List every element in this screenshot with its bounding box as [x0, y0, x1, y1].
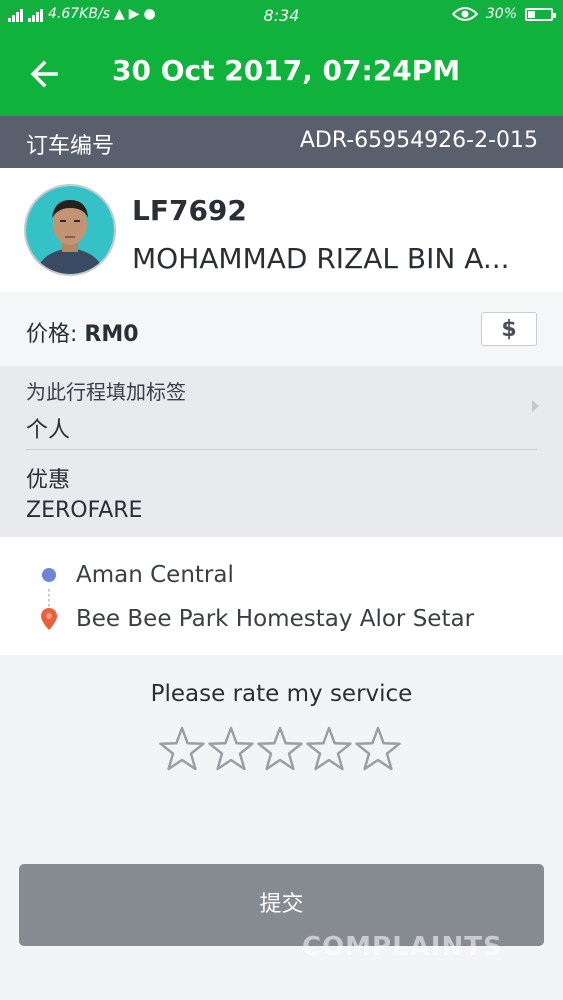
star-icon[interactable] [207, 725, 255, 773]
status-bar-right: 30% [451, 6, 556, 22]
price-value: RM0 [84, 322, 139, 347]
driver-avatar [24, 184, 116, 276]
dropoff-pin-icon [41, 608, 57, 630]
promo-value: ZEROFARE [26, 498, 143, 523]
back-arrow-icon[interactable] [26, 54, 66, 94]
pickup-address: Aman Central [76, 562, 234, 588]
price-row: 价格: RM0 $ [0, 292, 563, 366]
booking-code-bar: 订车编号 ADR-65954926-2-015 [0, 116, 563, 168]
watermark-logo: COMPLAINTS [302, 932, 503, 962]
app-bar: 30 Oct 2017, 07:24PM [0, 30, 563, 116]
driver-plate: LF7692 [132, 194, 247, 227]
booking-code-label: 订车编号 [26, 134, 115, 159]
pickup-dot-icon [42, 568, 56, 582]
fare-breakdown-button[interactable]: $ [481, 312, 537, 346]
dropoff-address: Bee Bee Park Homestay Alor Setar [76, 606, 475, 632]
battery-icon [525, 7, 556, 21]
price-label-group: 价格: RM0 [26, 316, 139, 348]
driver-name: MOHAMMAD RIZAL BIN A... [132, 242, 510, 275]
status-bar: 4.67KB/s ▲ ▶ ● 8:34 30% [0, 0, 563, 30]
driver-card: LF7692 MOHAMMAD RIZAL BIN A... [0, 168, 563, 292]
promo-label: 优惠 [26, 468, 71, 493]
route-section: Aman Central Bee Bee Park Homestay Alor … [0, 537, 563, 655]
trip-details-section: 为此行程填加标签 个人 优惠 ZEROFARE [0, 366, 563, 537]
chevron-right-icon[interactable] [532, 400, 539, 412]
star-rating[interactable] [158, 725, 402, 773]
star-icon[interactable] [158, 725, 206, 773]
trip-tag-label: 为此行程填加标签 [26, 380, 186, 404]
trip-tag-value[interactable]: 个人 [26, 412, 70, 444]
rating-prompt: Please rate my service [150, 681, 413, 707]
battery-percent: 30% [485, 6, 517, 22]
rating-section: Please rate my service 提交 COMPLAINTS [0, 655, 563, 1000]
star-icon[interactable] [256, 725, 304, 773]
route-connector [48, 589, 50, 607]
page-title: 30 Oct 2017, 07:24PM [112, 54, 461, 87]
price-label: 价格: [26, 322, 78, 347]
eye-icon [451, 7, 478, 21]
divider [26, 449, 537, 450]
star-icon[interactable] [354, 725, 402, 773]
star-icon[interactable] [305, 725, 353, 773]
booking-code-value: ADR-65954926-2-015 [299, 128, 538, 153]
